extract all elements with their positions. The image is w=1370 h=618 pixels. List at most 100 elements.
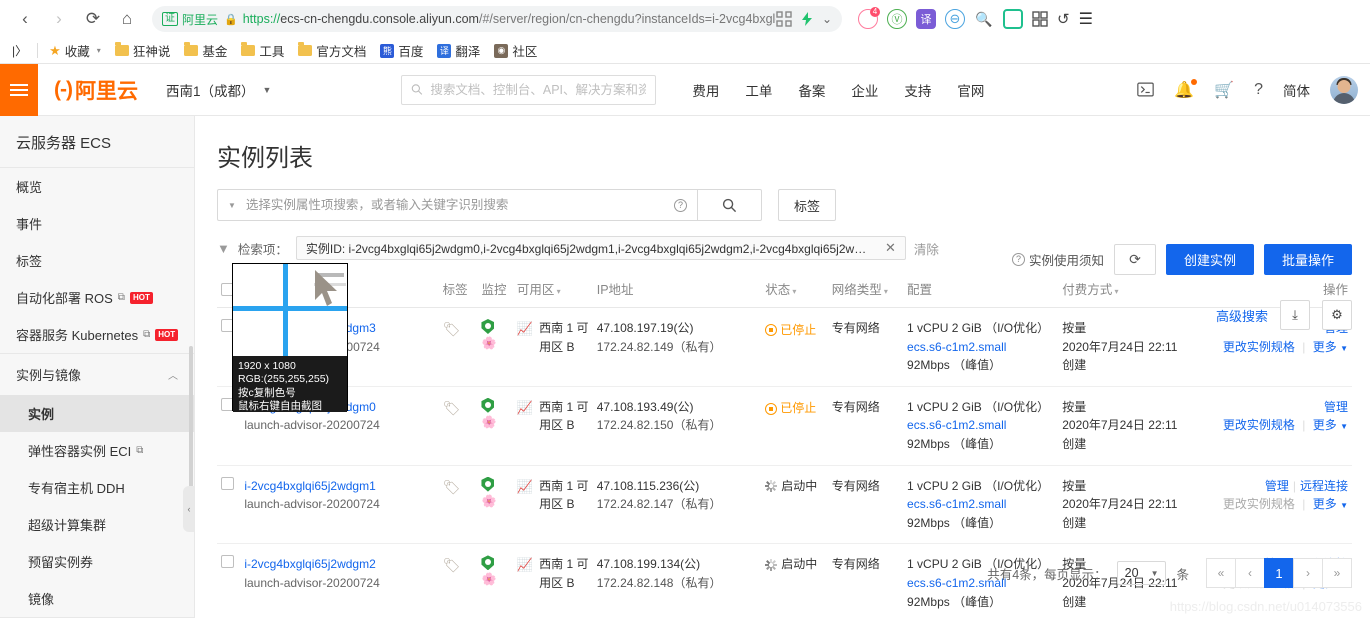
qr-icon[interactable] — [776, 11, 792, 27]
change-spec-link[interactable]: 更改实例规格 — [1223, 418, 1295, 432]
manage-link[interactable]: 管理 — [1324, 400, 1348, 414]
create-instance-button[interactable]: 创建实例 — [1165, 244, 1254, 275]
sidebar-group-instances-images[interactable]: 实例与镜像 ︿ — [0, 353, 194, 395]
clear-filters-link[interactable]: 清除 — [914, 239, 939, 258]
th-zone[interactable]: 可用区 — [512, 270, 593, 308]
browser-menu-icon[interactable]: ☰ — [1079, 9, 1093, 29]
config-type-link[interactable]: ecs.s6-c1m2.small — [907, 416, 1054, 435]
global-search[interactable] — [401, 74, 657, 105]
sidebar-item-kubernetes[interactable]: 容器服务 Kubernetes ⧉ HOT — [0, 316, 194, 353]
sidebar-item-ddh[interactable]: 专有宿主机 DDH — [0, 469, 194, 506]
cart-icon[interactable]: 🛒 — [1214, 80, 1234, 100]
home-icon[interactable]: ⌂ — [110, 2, 144, 36]
instance-id-link[interactable]: i-2vcg4bxglqi65j2wdgm1 — [244, 477, 379, 496]
bookmark-baidu[interactable]: 熊 百度 — [373, 39, 430, 62]
more-link[interactable]: 更多 — [1313, 418, 1337, 432]
filter-chip[interactable]: 实例ID: i-2vcg4bxglqi65j2wdgm0,i-2vcg4bxgl… — [295, 236, 906, 260]
sidebar-collapse-handle[interactable]: ‹ — [183, 486, 194, 532]
security-shield-icon[interactable] — [481, 476, 508, 492]
batch-operation-button[interactable]: 批量操作 — [1263, 244, 1352, 275]
close-icon[interactable]: ✕ — [885, 240, 896, 256]
chevron-down-icon[interactable]: ⌄ — [822, 12, 832, 26]
change-spec-link[interactable]: 更改实例规格 — [1223, 340, 1295, 354]
row-checkbox[interactable] — [221, 476, 234, 490]
flower-icon[interactable]: 🌸 — [481, 336, 496, 350]
sidebar-item-instances[interactable]: 实例 — [0, 395, 194, 432]
undo-icon[interactable]: ↺ — [1057, 10, 1070, 28]
tag-icon[interactable]: 🏷 — [443, 400, 461, 416]
nav-link-website[interactable]: 官网 — [957, 80, 984, 100]
sidebar-item-ros[interactable]: 自动化部署 ROS ⧉ HOT — [0, 279, 194, 316]
config-type-link[interactable]: ecs.s6-c1m2.small — [907, 495, 1054, 514]
chevron-down-icon[interactable]: ▼ — [228, 201, 236, 210]
monitor-chart-icon[interactable]: 📈 — [517, 319, 533, 339]
lightning-icon[interactable] — [799, 11, 815, 27]
tag-filter-button[interactable]: 标签 — [778, 189, 836, 221]
language-switch[interactable]: 简体 — [1283, 80, 1310, 100]
tag-icon[interactable]: 🏷 — [443, 557, 461, 573]
terminal-icon[interactable] — [1137, 82, 1154, 97]
search-help-icon[interactable]: ? — [674, 198, 687, 212]
refresh-button[interactable]: ⟳ — [1113, 244, 1156, 275]
th-payment[interactable]: 付费方式 — [1058, 270, 1214, 308]
nav-link-support[interactable]: 支持 — [904, 80, 931, 100]
back-icon[interactable]: ‹ — [8, 2, 42, 36]
gear-icon[interactable]: ⚙ — [1322, 300, 1352, 330]
search-submit-button[interactable] — [697, 189, 762, 221]
sidebar-item-scc[interactable]: 超级计算集群 — [0, 506, 194, 543]
th-status[interactable]: 状态 — [761, 270, 828, 308]
bookmark-fund[interactable]: 基金 — [177, 39, 234, 62]
more-link[interactable]: 更多 — [1313, 497, 1337, 511]
nav-link-enterprise[interactable]: 企业 — [851, 80, 878, 100]
reload-icon[interactable]: ⟳ — [76, 2, 110, 36]
nav-link-icp[interactable]: 备案 — [798, 80, 825, 100]
sidebar-item-overview[interactable]: 概览 — [0, 168, 194, 205]
instance-usage-notice[interactable]: ? 实例使用须知 — [1011, 250, 1104, 269]
sidebar-item-images[interactable]: 镜像 — [0, 580, 194, 617]
advanced-search-link[interactable]: 高级搜索 — [1216, 306, 1268, 325]
flower-icon[interactable]: 🌸 — [481, 415, 496, 429]
flower-icon[interactable]: 🌸 — [481, 572, 496, 586]
bookmark-translate[interactable]: 译 翻泽 — [430, 39, 487, 62]
more-link[interactable]: 更多 — [1313, 340, 1337, 354]
bookmark-favorites[interactable]: ★ 收藏 ▾ — [42, 39, 108, 62]
sidebar-item-reserved-instances[interactable]: 预留实例券 — [0, 543, 194, 580]
extension-youdao-icon[interactable]: Ⓥ — [887, 9, 907, 29]
nav-link-fees[interactable]: 费用 — [692, 80, 719, 100]
export-icon[interactable]: ⤓ — [1280, 300, 1310, 330]
global-search-input[interactable] — [430, 82, 647, 97]
config-type-link[interactable]: ecs.s6-c1m2.small — [907, 338, 1054, 357]
instance-search-box[interactable]: ▼ ? — [217, 189, 697, 221]
extension-minus-icon[interactable]: ⊖ — [945, 9, 965, 29]
page-last-button[interactable]: » — [1322, 558, 1352, 588]
extension-search-icon[interactable]: 🔍 — [974, 9, 994, 29]
bell-icon[interactable]: 🔔 — [1174, 78, 1198, 100]
security-shield-icon[interactable] — [481, 319, 508, 334]
avatar[interactable] — [1330, 75, 1358, 104]
page-next-button[interactable]: › — [1293, 558, 1323, 588]
sidebar-item-tags[interactable]: 标签 — [0, 242, 194, 279]
bookmark-kuangshenshuo[interactable]: 狂神说 — [108, 39, 178, 62]
page-first-button[interactable]: « — [1206, 558, 1236, 588]
extension-grid-icon[interactable] — [1032, 11, 1048, 27]
monitor-chart-icon[interactable]: 📈 — [517, 477, 533, 497]
row-checkbox[interactable] — [221, 555, 234, 569]
bookmark-community[interactable]: ◉ 社区 — [487, 39, 544, 62]
nav-link-tickets[interactable]: 工单 — [745, 80, 772, 100]
page-1-button[interactable]: 1 — [1264, 558, 1294, 588]
page-size-select[interactable]: 20 ▼ — [1116, 561, 1167, 585]
bookmark-tools[interactable]: 工具 — [234, 39, 291, 62]
tag-icon[interactable]: 🏷 — [443, 479, 461, 495]
instance-id-link[interactable]: i-2vcg4bxglqi65j2wdgm2 — [244, 555, 379, 574]
monitor-chart-icon[interactable]: 📈 — [517, 555, 533, 575]
remote-connect-link[interactable]: 远程连接 — [1300, 479, 1348, 493]
region-selector[interactable]: 西南1（成都） ▼ — [166, 80, 271, 100]
th-network-type[interactable]: 网络类型 — [827, 270, 904, 308]
flower-icon[interactable]: 🌸 — [481, 494, 496, 508]
change-spec-link[interactable]: 更改实例规格 — [1223, 497, 1295, 511]
instance-search-input[interactable] — [245, 198, 664, 212]
bookmark-official-docs[interactable]: 官方文档 — [291, 39, 373, 62]
security-shield-icon[interactable] — [481, 555, 508, 571]
page-prev-button[interactable]: ‹ — [1235, 558, 1265, 588]
extension-translate-icon[interactable]: 译 — [916, 9, 936, 29]
